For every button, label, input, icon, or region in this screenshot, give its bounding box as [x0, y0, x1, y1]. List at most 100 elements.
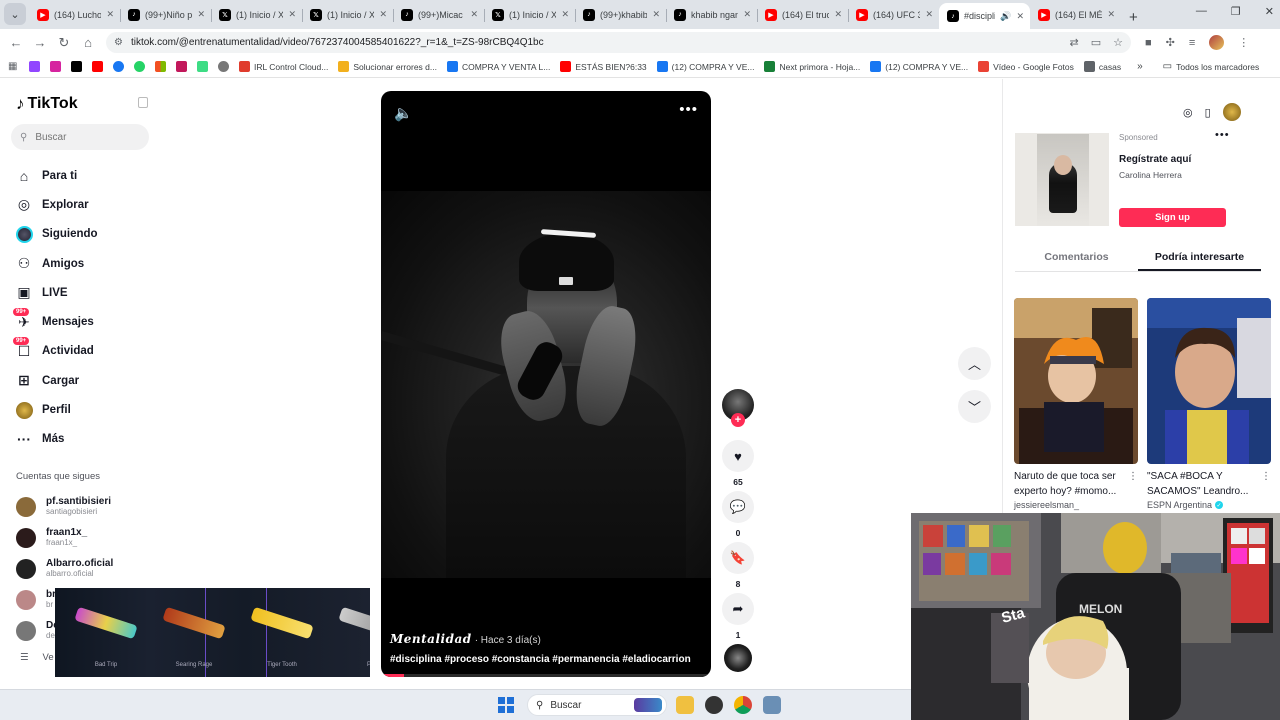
browser-tab[interactable]: ▶ (164) El truc ✕ — [757, 2, 848, 28]
video-more-icon[interactable]: ••• — [679, 101, 698, 118]
bookmark-item[interactable]: Solucionar errores d... — [338, 61, 437, 72]
bookmark-item[interactable]: (12) COMPRA Y VE... — [656, 61, 754, 72]
recommended-video-card[interactable]: Naruto de que toca ser experto hoy? #mom… — [1014, 298, 1138, 510]
rec-author[interactable]: ESPN Argentina ✓ — [1147, 500, 1271, 510]
bookmark-item[interactable]: casas — [1083, 61, 1121, 72]
browser-tab[interactable]: ▶ (164) Lucho ✕ — [29, 2, 120, 28]
ad-more-icon[interactable]: ••• — [1215, 129, 1230, 141]
forward-arrow-icon[interactable]: → — [28, 35, 52, 50]
extension-icon[interactable]: ■ — [1145, 37, 1152, 49]
see-more-button[interactable]: ☰ Ve — [20, 652, 54, 663]
sidebar-item-mensajes[interactable]: ✈ 99+ Mensajes — [13, 307, 98, 336]
ad-title[interactable]: Regístrate aquí — [1119, 154, 1191, 165]
cast-icon[interactable]: ▭ — [1091, 36, 1101, 49]
more-bookmarks-button[interactable]: » — [1137, 61, 1143, 72]
new-tab-button[interactable]: + — [1129, 9, 1138, 26]
back-arrow-icon[interactable]: ← — [4, 35, 28, 50]
tab-search-chevron-icon[interactable]: ⌄ — [4, 3, 26, 25]
tab-recommended[interactable]: Podría interesarte — [1138, 242, 1261, 271]
tab-close-icon[interactable]: ✕ — [743, 9, 751, 20]
tab-close-icon[interactable]: ✕ — [197, 9, 205, 20]
user-avatar[interactable] — [1222, 103, 1241, 121]
search-box[interactable]: ⚲ — [11, 124, 149, 150]
bookmark-item[interactable]: Next primora - Hoja... — [764, 61, 860, 72]
taskbar-search[interactable]: ⚲ Buscar — [527, 694, 667, 716]
sidebar-item-perfil[interactable]: Perfil — [15, 395, 98, 424]
rec-thumbnail[interactable] — [1147, 298, 1271, 464]
browser-tab[interactable]: ♪ khabib ngan ✕ — [666, 2, 757, 28]
video-player[interactable]: 🔈 ••• Mentalidad · Hace 3 día(s) #discip… — [381, 91, 711, 677]
bookmark-app-icon[interactable] — [176, 61, 187, 72]
following-account[interactable]: pf.santibisieri santiagobisieri — [16, 491, 113, 522]
sidebar-item-actividad[interactable]: ☐ 99+ Actividad — [13, 337, 98, 366]
sidebar-item-cargar[interactable]: ⊞ Cargar — [15, 366, 98, 395]
tab-close-icon[interactable]: ✕ — [834, 9, 842, 20]
extensions-puzzle-icon[interactable]: ✣ — [1166, 36, 1175, 49]
bookmark-app-icon[interactable] — [197, 61, 208, 72]
next-video-button[interactable]: ﹀ — [958, 390, 991, 423]
rec-thumbnail[interactable] — [1014, 298, 1138, 464]
youtube-icon[interactable] — [92, 61, 103, 72]
rec-title[interactable]: Naruto de que toca ser experto hoy? #mom… — [1014, 471, 1116, 497]
music-disc-icon[interactable] — [724, 644, 752, 672]
rec-more-icon[interactable]: ⋮ — [1261, 469, 1271, 484]
microsoft-icon[interactable] — [155, 61, 166, 72]
sign-up-button[interactable]: Sign up — [1119, 208, 1226, 227]
x-icon[interactable] — [71, 61, 82, 72]
bookmark-item[interactable]: COMPRA Y VENTA L... — [446, 61, 550, 72]
previous-video-button[interactable]: ︿ — [958, 347, 991, 380]
coin-icon[interactable]: ◎ — [1183, 106, 1193, 119]
instagram-icon[interactable] — [50, 61, 61, 72]
rec-title[interactable]: "SACA #BOCA Y SACAMOS" Leandro... — [1147, 471, 1248, 497]
browser-tab[interactable]: ♪ (99+)khabib ✕ — [575, 2, 666, 28]
sidebar-item-amigos[interactable]: ⚇ Amigos — [15, 249, 98, 278]
app-icon[interactable] — [705, 696, 723, 714]
tab-close-icon[interactable]: ✕ — [1107, 9, 1115, 20]
tab-comments[interactable]: Comentarios — [1015, 242, 1138, 271]
tab-close-icon[interactable]: ✕ — [1016, 11, 1024, 22]
rec-author[interactable]: jessiereelsman_ — [1014, 500, 1138, 510]
save-button[interactable]: 🔖 — [722, 542, 754, 574]
tab-close-icon[interactable]: ✕ — [925, 9, 933, 20]
browser-tab[interactable]: 𝕏 (1) Inicio / X ✕ — [211, 2, 302, 28]
tab-close-icon[interactable]: ✕ — [379, 9, 387, 20]
video-progress-bar[interactable] — [381, 674, 711, 677]
home-icon[interactable]: ⌂ — [76, 35, 100, 50]
site-info-icon[interactable]: ⚙ — [114, 37, 123, 48]
all-bookmarks-folder[interactable]: ▭ Todos los marcadores — [1163, 61, 1260, 72]
following-account[interactable]: fraan1x_ fraan1x_ — [16, 522, 113, 553]
tab-close-icon[interactable]: ✕ — [652, 9, 660, 20]
sidebar-item-siguiendo[interactable]: Siguiendo — [15, 220, 98, 249]
sidebar-item-para-ti[interactable]: ⌂ Para ti — [15, 161, 98, 190]
whatsapp-icon[interactable] — [134, 61, 145, 72]
maximize-icon[interactable]: ❐ — [1231, 5, 1241, 18]
file-explorer-icon[interactable] — [676, 696, 694, 714]
chrome-menu-icon[interactable]: ⋮ — [1238, 36, 1249, 49]
following-account[interactable]: Albarro.oficial albarro.oficial — [16, 553, 113, 584]
sidebar-item-m-s[interactable]: ··· Más — [15, 425, 98, 454]
video-hashtags[interactable]: #disciplina #proceso #constancia #perman… — [390, 654, 691, 665]
share-button[interactable]: ➦ — [722, 593, 754, 625]
browser-tab[interactable]: ♪ (99+)Niño p ✕ — [120, 2, 211, 28]
browser-tab[interactable]: 𝕏 (1) Inicio / X ✕ — [302, 2, 393, 28]
like-button[interactable]: ♥ — [722, 440, 754, 472]
bookmark-star-icon[interactable]: ☆ — [1113, 36, 1123, 49]
address-bar[interactable]: ⚙ tiktok.com/@entrenatumentalidad/video/… — [106, 32, 1131, 53]
snipping-tool-icon[interactable] — [763, 696, 781, 714]
browser-tab[interactable]: ▶ (164) UFC 3 ✕ — [848, 2, 939, 28]
browser-tab[interactable]: ▶ (164) El MÉ ✕ — [1030, 2, 1121, 28]
windows-start-icon[interactable] — [498, 697, 514, 713]
browser-tab-active[interactable]: ♪ #discipli 🔊 ✕ — [939, 3, 1030, 29]
volume-icon[interactable]: 🔈 — [394, 104, 413, 122]
browser-tab[interactable]: 𝕏 (1) Inicio / X ✕ — [484, 2, 575, 28]
recommended-video-card[interactable]: "SACA #BOCA Y SACAMOS" Leandro... ⋮ ESPN A… — [1147, 298, 1271, 510]
bookmark-item[interactable]: (12) COMPRA Y VE... — [870, 61, 968, 72]
apps-grid-icon[interactable]: ▦ — [8, 61, 19, 72]
search-input[interactable] — [35, 131, 136, 143]
device-icon[interactable]: ▯ — [1205, 106, 1211, 119]
sidebar-item-live[interactable]: ▣ LIVE — [15, 278, 98, 307]
reload-icon[interactable]: ↻ — [52, 35, 76, 51]
browser-tab[interactable]: ♪ (99+)Micac ✕ — [393, 2, 484, 28]
globe-icon[interactable] — [218, 61, 229, 72]
bookmark-item[interactable]: ESTÁS BIEN?6:33 — [560, 61, 647, 72]
